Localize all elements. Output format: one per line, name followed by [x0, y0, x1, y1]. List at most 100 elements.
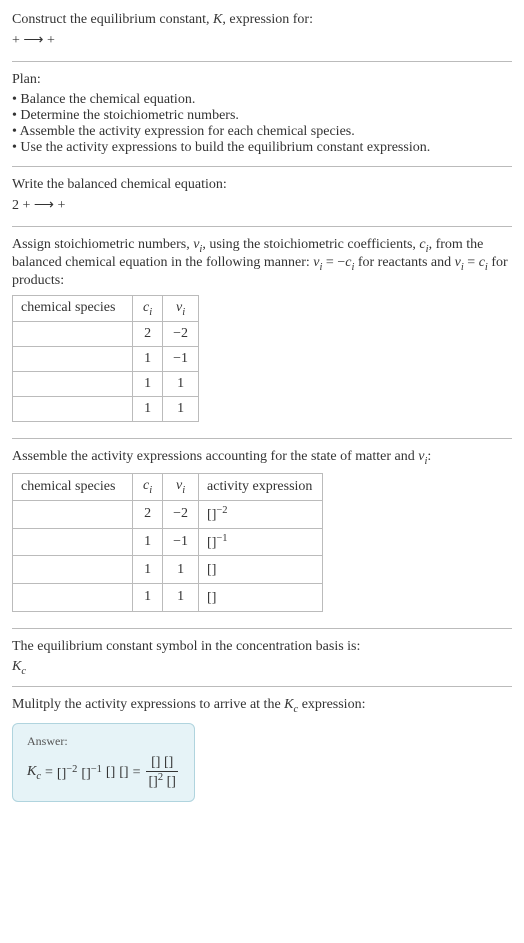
divider	[12, 686, 512, 687]
col-activity: activity expression	[199, 474, 323, 501]
assemble-frag: :	[427, 449, 431, 464]
kc-expression: Kc = []−2 []−1 [] [] = [] [] []2 []	[27, 755, 180, 791]
divider	[12, 628, 512, 629]
assemble-text: Assemble the activity expressions accoun…	[12, 449, 512, 467]
cell-activity: []	[199, 556, 323, 584]
divider	[12, 61, 512, 62]
symbol-section: The equilibrium constant symbol in the c…	[12, 635, 512, 681]
divider	[12, 226, 512, 227]
cell-ci: 2	[133, 500, 163, 528]
cell-species	[13, 583, 133, 611]
col-ci: ci	[133, 295, 163, 322]
term2: []−1	[81, 764, 102, 783]
table-row: 1 1 []	[13, 556, 323, 584]
term1: []−2	[57, 764, 78, 783]
balanced-equation: 2 + ⟶ +	[12, 197, 512, 214]
assign-frag: = −	[322, 255, 345, 270]
table-row: 2 −2	[13, 322, 199, 347]
col-species: chemical species	[13, 474, 133, 501]
eq1r: ci	[345, 255, 354, 270]
cell-ci: 1	[133, 556, 163, 584]
table-row: 1 1	[13, 372, 199, 397]
cell-nui: −1	[163, 347, 199, 372]
intro-section: Construct the equilibrium constant, K, e…	[12, 8, 512, 55]
table-row: 1 1 []	[13, 583, 323, 611]
divider	[12, 438, 512, 439]
equals: =	[133, 765, 141, 781]
assign-frag: for reactants and	[354, 255, 454, 270]
denominator: []2 []	[146, 772, 177, 791]
cell-species	[13, 528, 133, 556]
cell-species	[13, 500, 133, 528]
cell-species	[13, 372, 133, 397]
multiply-frag: expression:	[298, 697, 365, 712]
cell-nui: −2	[163, 322, 199, 347]
answer-box: Answer: Kc = []−2 []−1 [] [] = [] [] []2…	[12, 723, 195, 802]
balanced-section: Write the balanced chemical equation: 2 …	[12, 173, 512, 220]
cell-ci: 1	[133, 528, 163, 556]
term3: []	[106, 765, 115, 781]
term4: []	[119, 765, 128, 781]
plan-item: • Determine the stoichiometric numbers.	[12, 108, 512, 124]
answer-label: Answer:	[27, 734, 180, 749]
balanced-heading: Write the balanced chemical equation:	[12, 177, 512, 193]
table-row: 1 −1	[13, 347, 199, 372]
cell-nui: 1	[163, 372, 199, 397]
intro-heading: Construct the equilibrium constant, K, e…	[12, 12, 512, 28]
multiply-frag: Mulitply the activity expressions to arr…	[12, 697, 284, 712]
cell-species	[13, 347, 133, 372]
cell-species	[13, 556, 133, 584]
c-i: ci	[419, 237, 428, 252]
plan-item: • Use the activity expressions to build …	[12, 140, 512, 156]
eq2: νi	[455, 255, 464, 270]
plan-item: • Balance the chemical equation.	[12, 92, 512, 108]
cell-activity: []−1	[199, 528, 323, 556]
assign-section: Assign stoichiometric numbers, νi, using…	[12, 233, 512, 432]
plan-item: • Assemble the activity expression for e…	[12, 124, 512, 140]
col-nui: νi	[163, 474, 199, 501]
eq2r: ci	[479, 255, 488, 270]
cell-nui: 1	[163, 397, 199, 422]
table-row: 1 −1 []−1	[13, 528, 323, 556]
col-nui: νi	[163, 295, 199, 322]
assign-frag: Assign stoichiometric numbers,	[12, 237, 193, 252]
symbol-heading: The equilibrium constant symbol in the c…	[12, 639, 512, 655]
activity-table: chemical species ci νi activity expressi…	[12, 473, 323, 611]
cell-ci: 1	[133, 397, 163, 422]
assemble-frag: Assemble the activity expressions accoun…	[12, 449, 418, 464]
cell-activity: []	[199, 583, 323, 611]
kc: Kc	[284, 697, 298, 712]
cell-ci: 1	[133, 583, 163, 611]
equals: =	[45, 765, 53, 781]
multiply-section: Mulitply the activity expressions to arr…	[12, 693, 512, 719]
plan-section: Plan: • Balance the chemical equation. •…	[12, 68, 512, 160]
intro-text-2: , expression for:	[222, 12, 313, 27]
cell-nui: −2	[163, 500, 199, 528]
cell-ci: 1	[133, 372, 163, 397]
cell-species	[13, 322, 133, 347]
table-header-row: chemical species ci νi	[13, 295, 199, 322]
assign-text: Assign stoichiometric numbers, νi, using…	[12, 237, 512, 289]
kc-symbol: Kc	[12, 659, 512, 677]
intro-K: K	[213, 12, 222, 27]
multiply-text: Mulitply the activity expressions to arr…	[12, 697, 512, 715]
assemble-section: Assemble the activity expressions accoun…	[12, 445, 512, 621]
cell-nui: −1	[163, 528, 199, 556]
plan-heading: Plan:	[12, 72, 512, 88]
cell-nui: 1	[163, 556, 199, 584]
assign-frag: =	[464, 255, 479, 270]
divider	[12, 166, 512, 167]
table-header-row: chemical species ci νi activity expressi…	[13, 474, 323, 501]
table-row: 1 1	[13, 397, 199, 422]
intro-equation: + ⟶ +	[12, 32, 512, 49]
cell-ci: 1	[133, 347, 163, 372]
table-row: 2 −2 []−2	[13, 500, 323, 528]
cell-activity: []−2	[199, 500, 323, 528]
intro-text-1: Construct the equilibrium constant,	[12, 12, 213, 27]
kc: Kc	[27, 764, 41, 782]
cell-ci: 2	[133, 322, 163, 347]
cell-species	[13, 397, 133, 422]
fraction: [] [] []2 []	[146, 755, 177, 791]
col-species: chemical species	[13, 295, 133, 322]
stoich-table: chemical species ci νi 2 −2 1 −1 1 1 1 1	[12, 295, 199, 423]
